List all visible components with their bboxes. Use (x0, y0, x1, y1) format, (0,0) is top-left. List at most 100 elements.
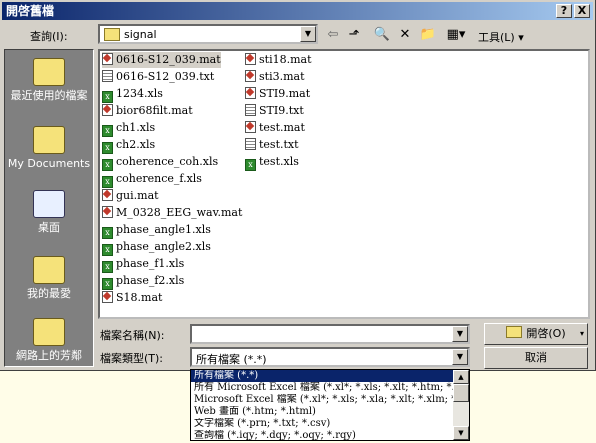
file-item[interactable]: S18.mat (102, 290, 162, 306)
dropdown-option[interactable]: Web 畫面 (*.htm; *.html) (191, 406, 456, 418)
filename-input[interactable]: ▼ (190, 324, 470, 344)
txt-file-icon (102, 70, 113, 82)
file-item[interactable]: 0616-S12_039.mat (102, 52, 221, 68)
back-icon[interactable]: ⇦ (323, 25, 343, 45)
network-icon (33, 318, 65, 346)
dropdown-option[interactable]: Microsoft Excel 檔案 (*.xl*; *.xls; *.xla;… (191, 394, 456, 406)
file-item[interactable]: x ch1.xls (102, 120, 155, 137)
up-folder-icon[interactable]: ⬏ (344, 25, 364, 45)
place-label: 我的最愛 (27, 287, 71, 300)
open-file-dialog: 開啓舊檔 ? X 查詢(I): signal ▼ ⇦ ⬏ 🔍 ✕ 📁 ▦▾ 工具… (0, 0, 596, 371)
mat-file-icon (102, 53, 113, 65)
xls-file-icon: x (102, 125, 113, 137)
file-item[interactable]: test.mat (245, 120, 305, 136)
place-recent[interactable]: 最近使用的檔案 (5, 58, 93, 102)
tools-menu[interactable]: 工具(L) ▾ (478, 29, 524, 45)
place-network[interactable]: 網路上的芳鄰 (5, 318, 93, 362)
place-label: 網路上的芳鄰 (16, 349, 82, 362)
favorites-icon (33, 256, 65, 284)
xls-file-icon: x (102, 227, 113, 239)
file-item[interactable]: M_0328_EEG_wav.mat (102, 205, 242, 221)
file-item[interactable]: sti18.mat (245, 52, 312, 68)
open-button[interactable]: 開啓(O) ▾ (484, 323, 588, 345)
place-desktop[interactable]: 桌面 (5, 190, 93, 234)
file-item[interactable]: x test.xls (245, 154, 299, 171)
dropdown-option[interactable]: 文字檔案 (*.prn; *.txt; *.csv) (191, 418, 456, 430)
views-icon[interactable]: ▦▾ (442, 25, 470, 45)
filetype-value: 所有檔案 (*.*) (196, 353, 267, 366)
search-web-icon[interactable]: 🔍 (372, 25, 392, 45)
lookin-label: 查詢(I): (30, 30, 68, 43)
mat-file-icon (245, 87, 256, 99)
open-folder-icon (506, 326, 523, 338)
xls-file-icon: x (245, 159, 256, 171)
dropdown-option[interactable]: 查詢檔 (*.iqy; *.dqy; *.oqy; *.rqy) (191, 430, 456, 440)
new-folder-icon[interactable]: 📁 (418, 25, 438, 45)
xls-file-icon: x (102, 278, 113, 290)
dropdown-option[interactable]: 所有檔案 (*.*) (191, 370, 456, 382)
file-item[interactable]: 0616-S12_039.txt (102, 69, 214, 85)
txt-file-icon (245, 138, 256, 150)
file-item[interactable]: STI9.txt (245, 103, 304, 119)
mat-file-icon (102, 206, 113, 218)
filetype-dropdown-list[interactable]: 所有檔案 (*.*) 所有 Microsoft Excel 檔案 (*.xl*;… (190, 369, 470, 441)
chevron-down-icon[interactable]: ▼ (300, 26, 316, 42)
file-item[interactable]: x phase_f1.xls (102, 256, 184, 273)
scroll-down-icon[interactable]: ▼ (453, 426, 469, 440)
place-label: 桌面 (38, 221, 60, 234)
filetype-label: 檔案類型(T): (100, 352, 164, 365)
delete-icon[interactable]: ✕ (395, 25, 415, 45)
chevron-down-icon[interactable]: ▼ (452, 326, 468, 342)
places-bar: 最近使用的檔案 My Documents 桌面 我的最愛 網路上的芳鄰 (4, 49, 94, 367)
place-label: 最近使用的檔案 (10, 89, 88, 102)
file-item[interactable]: x phase_angle2.xls (102, 239, 211, 256)
file-item[interactable]: x coherence_coh.xls (102, 154, 218, 171)
file-item[interactable]: x 1234.xls (102, 86, 163, 103)
recent-icon (33, 58, 65, 86)
file-list[interactable]: 0616-S12_039.mat 0616-S12_039.txt x 1234.… (98, 49, 590, 319)
file-item[interactable]: x phase_f2.xls (102, 273, 184, 290)
file-item[interactable]: x ch2.xls (102, 137, 155, 154)
file-item[interactable]: gui.mat (102, 188, 159, 204)
mat-file-icon (102, 291, 113, 303)
xls-file-icon: x (102, 176, 113, 188)
help-button[interactable]: ? (556, 4, 572, 18)
filetype-select[interactable]: 所有檔案 (*.*) ▼ (190, 347, 470, 367)
file-item[interactable]: test.txt (245, 137, 299, 153)
filename-label: 檔案名稱(N): (100, 329, 165, 342)
mat-file-icon (245, 121, 256, 133)
desktop-icon (33, 190, 65, 218)
dropdown-option[interactable]: 所有 Microsoft Excel 檔案 (*.xl*; *.xls; *.x… (191, 382, 456, 394)
folder-icon (33, 126, 65, 154)
mat-file-icon (102, 104, 113, 116)
file-item[interactable]: STI9.mat (245, 86, 310, 102)
lookin-combo[interactable]: signal ▼ (98, 24, 318, 44)
close-button[interactable]: X (574, 4, 590, 18)
dropdown-scrollbar[interactable]: ▲ ▼ (453, 370, 469, 440)
open-label: 開啓(O) (526, 327, 566, 340)
place-label: My Documents (7, 157, 91, 170)
xls-file-icon: x (102, 159, 113, 171)
cancel-button[interactable]: 取消 (484, 347, 588, 369)
xls-file-icon: x (102, 244, 113, 256)
chevron-down-icon[interactable]: ▼ (452, 349, 468, 365)
txt-file-icon (245, 104, 256, 116)
file-item[interactable]: sti3.mat (245, 69, 305, 85)
scroll-up-icon[interactable]: ▲ (453, 370, 469, 384)
place-my-documents[interactable]: My Documents (5, 126, 93, 170)
chevron-down-icon[interactable]: ▾ (580, 324, 584, 344)
mat-file-icon (245, 70, 256, 82)
mat-file-icon (102, 189, 113, 201)
xls-file-icon: x (102, 91, 113, 103)
xls-file-icon: x (102, 261, 113, 273)
mat-file-icon (245, 53, 256, 65)
xls-file-icon: x (102, 142, 113, 154)
lookin-value: signal (124, 28, 157, 41)
file-item[interactable]: x coherence_f.xls (102, 171, 202, 188)
dialog-title: 開啓舊檔 (6, 4, 55, 18)
scroll-thumb[interactable] (453, 384, 469, 402)
file-item[interactable]: x phase_angle1.xls (102, 222, 211, 239)
folder-icon (104, 28, 120, 41)
place-favorites[interactable]: 我的最愛 (5, 256, 93, 300)
file-item[interactable]: bior68filt.mat (102, 103, 193, 119)
